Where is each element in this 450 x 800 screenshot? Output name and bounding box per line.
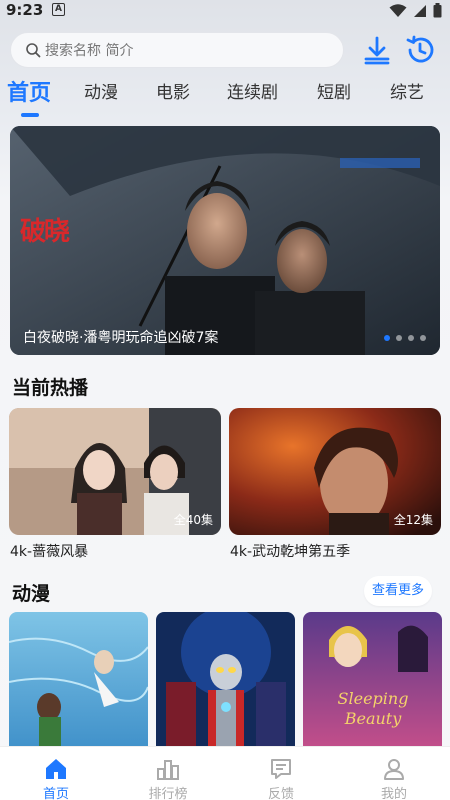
tab-short-drama[interactable]: 短剧 [317,78,351,103]
home-icon [46,759,66,779]
nav-feedback[interactable]: 反馈 [225,747,337,800]
tab-indicator [21,113,39,117]
anime-card[interactable] [156,612,295,752]
feedback-icon [271,759,291,779]
banner-caption: 白夜破晓·潘粤明玩命追凶破7案 [23,330,219,346]
status-bar: 9:23 A [0,0,450,22]
tab-series[interactable]: 连续剧 [227,78,278,103]
bottom-navigation: 首页 排行榜 反馈 我的 [0,746,450,800]
history-icon[interactable] [404,34,436,66]
search-input[interactable]: 搜索名称 简介 [10,32,344,68]
banner-image [10,126,440,355]
banner-dot[interactable] [396,335,402,341]
tab-variety[interactable]: 综艺 [390,78,424,103]
poster-image [156,612,295,752]
search-placeholder: 搜索名称 简介 [45,43,134,59]
anime-card[interactable] [9,612,148,752]
profile-icon [384,759,404,780]
anime-card[interactable]: Sleeping Beauty [303,612,442,752]
nav-label: 反馈 [267,787,294,800]
download-icon[interactable] [361,34,393,66]
poster-image: Sleeping Beauty [303,612,442,752]
status-icons [389,3,442,18]
featured-banner[interactable]: 破晓 白夜破晓·潘粤明玩命追凶破7案 [10,126,440,355]
banner-dot[interactable] [420,335,426,341]
tab-home[interactable]: 首页 [7,75,51,107]
episode-count: 全12集 [393,513,433,527]
category-tabs: 首页 动漫 电影 连续剧 短剧 综艺 [0,78,450,118]
search-icon [26,43,41,58]
poster-title-art: Sleeping [338,689,409,708]
banner-dot[interactable] [384,335,390,341]
wifi-icon [389,3,407,17]
nav-ranking[interactable]: 排行榜 [112,747,224,800]
status-time: 9:23 [6,1,44,19]
battery-icon [433,3,442,18]
tab-anime[interactable]: 动漫 [84,78,118,103]
now-playing-title[interactable]: 4k-蔷薇风暴 [10,541,88,561]
now-playing-card[interactable]: 全40集 [9,408,221,535]
signal-icon [414,4,426,17]
nav-profile[interactable]: 我的 [338,747,450,800]
view-more-button[interactable]: 查看更多 [364,576,432,606]
tab-movies[interactable]: 电影 [156,78,190,103]
now-playing-heading: 当前热播 [12,377,89,399]
banner-pagination [384,335,426,341]
nav-home[interactable]: 首页 [0,747,112,800]
ranking-icon [157,760,179,780]
nav-label: 首页 [42,787,69,800]
nav-label: 排行榜 [148,787,188,800]
poster-title-art: Beauty [344,709,403,728]
banner-dot[interactable] [408,335,414,341]
anime-heading: 动漫 [12,583,51,605]
nav-label: 我的 [380,787,407,800]
banner-logo: 破晓 [20,217,70,247]
poster-image [9,612,148,752]
now-playing-title[interactable]: 4k-武动乾坤第五季 [230,541,350,561]
episode-count: 全40集 [173,513,213,527]
now-playing-card[interactable]: 全12集 [229,408,441,535]
notification-icon: A [52,3,65,16]
